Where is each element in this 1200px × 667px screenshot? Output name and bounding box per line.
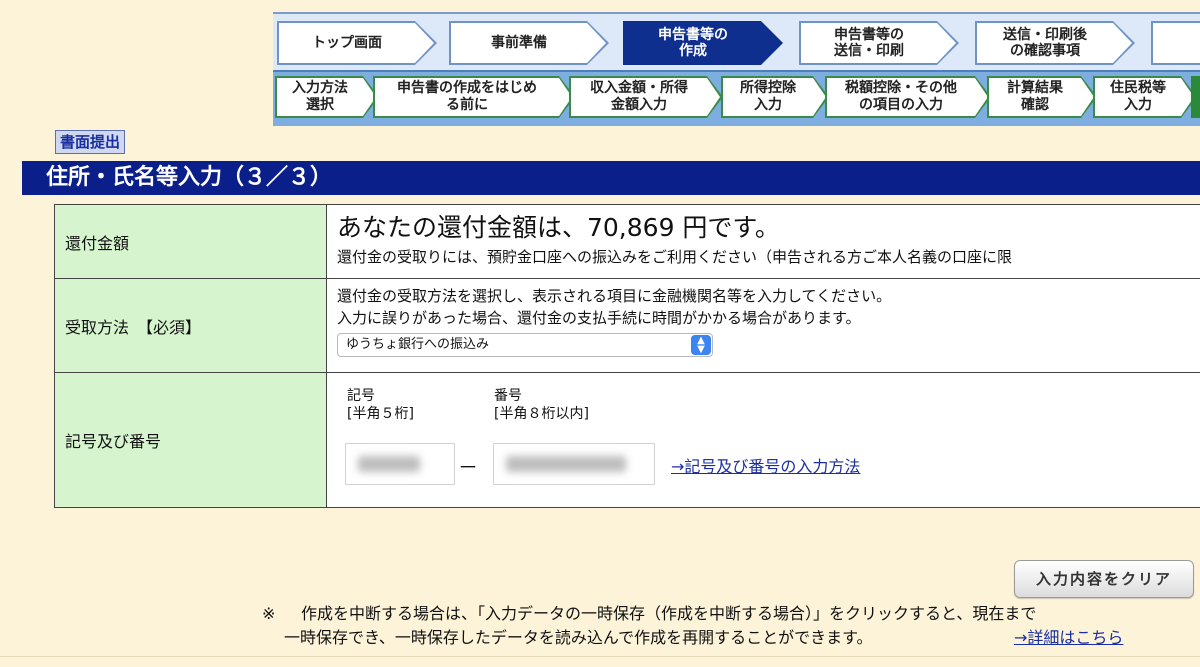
step-label: 送信・印刷後 の確認事項 (1003, 27, 1087, 59)
refund-form: 還付金額 あなたの還付金額は、70,869 円です。 還付金の受取りには、預貯金… (54, 204, 1200, 508)
row-receipt-method: 受取方法 【必須】 還付金の受取方法を選択し、表示される項目に金融機関名等を入力… (55, 279, 1200, 373)
step-after-confirm[interactable]: 送信・印刷後 の確認事項 (975, 21, 1135, 65)
select-chevron-icon: ▲ ▼ (691, 335, 711, 355)
row-refund-amount: 還付金額 あなたの還付金額は、70,869 円です。 還付金の受取りには、預貯金… (55, 205, 1200, 279)
account-value: 記号 [半角５桁] 番号 [半角８桁以内] － →記号及び番号の入力方法 (327, 373, 1200, 507)
footer-divider (0, 656, 1200, 667)
page-title: 住所・氏名等入力（３／３） (22, 161, 1200, 195)
substep-tax-credit[interactable]: 税額控除・その他 の項目の入力 (825, 76, 991, 118)
step-label: トップ画面 (312, 35, 382, 51)
step-send-print[interactable]: 申告書等の 送信・印刷 (799, 21, 959, 65)
account-label: 記号及び番号 (55, 373, 327, 507)
refund-label: 還付金額 (55, 205, 327, 278)
masked-value (358, 456, 420, 472)
substep-label: 住民税等 入力 (1110, 80, 1166, 113)
step-label: 申告書等の 作成 (658, 27, 728, 59)
substep-label: 所得控除 入力 (740, 80, 796, 113)
receipt-value: 還付金の受取方法を選択し、表示される項目に金融機関名等を入力してください。 入力… (327, 279, 1200, 372)
number-input[interactable] (493, 443, 655, 485)
substep-label: 入力方法 選択 (292, 80, 348, 113)
step-create-return: 申告書等の 作成 (623, 21, 783, 65)
note-line-1: 作成を中断する場合は、「入力データの一時保存（作成を中断する場合）」をクリックす… (301, 604, 1037, 623)
step-navigation: トップ画面 事前準備 申告書等の 作成 申告書等の 送信・印刷 送信・印刷後 の確認事… (273, 12, 1200, 71)
symbol-hint: [半角５桁] (347, 406, 414, 422)
symbol-heading: 記号 (347, 388, 375, 404)
substep-result[interactable]: 計算結果 確認 (987, 76, 1097, 118)
select-value: ゆうちょ銀行への振込み (346, 337, 490, 352)
symbol-input[interactable] (345, 443, 455, 485)
clear-input-button[interactable]: 入力内容をクリア (1014, 560, 1194, 598)
step-preparation[interactable]: 事前準備 (449, 21, 609, 65)
note-mark: ※ (262, 604, 276, 623)
substep-income[interactable]: 収入金額・所得 金額入力 (569, 76, 723, 118)
refund-note: 還付金の受取りには、預貯金口座への振込みをご利用ください（申告される方ご本人名義… (337, 248, 1013, 266)
receipt-method-select[interactable]: ゆうちょ銀行への振込み ▲ ▼ (337, 333, 713, 357)
substep-next-partial[interactable] (1191, 76, 1200, 118)
sub-step-navigation: 入力方法 選択 申告書の作成をはじめ る前に 収入金額・所得 金額入力 所得控除 入力 … (273, 70, 1200, 126)
substep-resident-tax[interactable]: 住民税等 入力 (1093, 76, 1197, 118)
refund-value: あなたの還付金額は、70,869 円です。 還付金の受取りには、預貯金口座への振… (327, 205, 1200, 278)
step-label: 事前準備 (491, 35, 547, 51)
paper-submission-button[interactable]: 書面提出 (55, 130, 126, 154)
step-next-partial[interactable] (1151, 21, 1200, 65)
substep-before-start[interactable]: 申告書の作成をはじめ る前に (373, 76, 575, 118)
receipt-label: 受取方法 【必須】 (55, 279, 327, 372)
substep-label: 収入金額・所得 金額入力 (590, 80, 688, 113)
substep-input-method[interactable]: 入力方法 選択 (275, 76, 379, 118)
account-help-link[interactable]: →記号及び番号の入力方法 (671, 453, 860, 477)
step-top[interactable]: トップ画面 (277, 21, 437, 65)
substep-deduction[interactable]: 所得控除 入力 (721, 76, 829, 118)
number-heading: 番号 (494, 388, 522, 404)
substep-label: 申告書の作成をはじめ る前に (397, 80, 537, 113)
number-hint: [半角８桁以内] (494, 406, 589, 422)
receipt-instruction-1: 還付金の受取方法を選択し、表示される項目に金融機関名等を入力してください。 (337, 287, 892, 305)
masked-value (506, 456, 626, 472)
note-line-2: 一時保存でき、一時保存したデータを読み込んで作成を再開することができます。 (284, 628, 873, 647)
step-label: 申告書等の 送信・印刷 (834, 27, 904, 59)
row-account-number: 記号及び番号 記号 [半角５桁] 番号 [半角８桁以内] － →記号及び番号の入… (55, 373, 1200, 507)
receipt-instruction-2: 入力に誤りがあった場合、還付金の支払手続に時間がかかる場合があります。 (337, 309, 861, 327)
substep-label: 税額控除・その他 の項目の入力 (845, 80, 957, 113)
separator-dash: － (458, 455, 478, 479)
substep-label: 計算結果 確認 (1007, 80, 1063, 113)
refund-amount-text: あなたの還付金額は、70,869 円です。 (337, 213, 780, 242)
detail-link[interactable]: →詳細はこちら (1014, 626, 1123, 650)
